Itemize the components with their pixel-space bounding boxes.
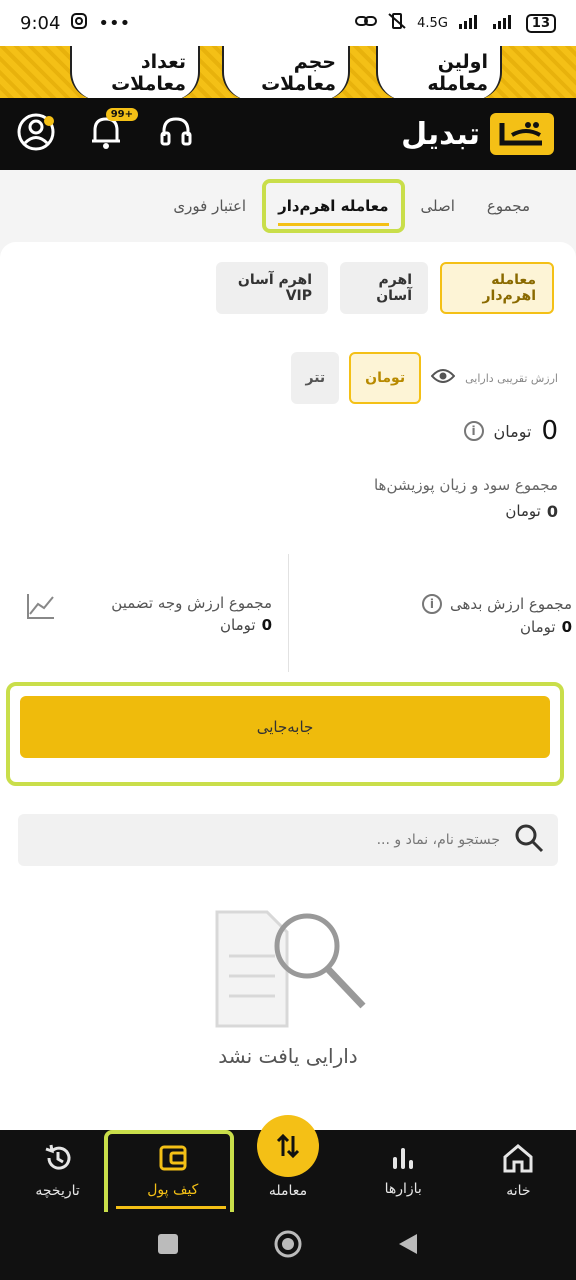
trade-icon (257, 1115, 319, 1177)
bar-chart-icon (390, 1145, 416, 1175)
no-results-icon (203, 910, 373, 1036)
approx-value-row: ارزش تقریبی دارایی تومان تتر (291, 352, 558, 404)
total-value: 0 (541, 416, 558, 446)
pnl-value-row: 0 تومان (374, 502, 558, 521)
pnl-unit: تومان (505, 502, 541, 520)
home-icon (502, 1143, 534, 1177)
asset-search[interactable]: جستجو نام، نماد و ... (18, 814, 558, 866)
subtab-easy-leverage-vip[interactable]: اهرم آسان VIP (216, 262, 328, 314)
debt-value-row: 0 تومان (422, 618, 572, 636)
stats-divider (288, 554, 289, 672)
wallet-card: معامله اهرم‌دار اهرم آسان اهرم آسان VIP … (0, 242, 576, 1130)
promo-banner: اولین معامله حجم معاملات تعداد معاملات (0, 46, 576, 98)
app-header: 99+ تبدیل (0, 98, 576, 170)
signal-icon-2 (492, 13, 516, 33)
nav-home[interactable]: خانه (461, 1130, 576, 1212)
tab-main[interactable]: اصلی (405, 197, 471, 215)
collateral-value-row: 0 تومان (111, 616, 272, 634)
collateral-label: مجموع ارزش وجه تضمین (111, 594, 272, 612)
leverage-subtabs: معامله اهرم‌دار اهرم آسان اهرم آسان VIP (216, 262, 554, 314)
history-icon (43, 1143, 73, 1177)
subtab-easy-leverage[interactable]: اهرم آسان (340, 262, 428, 314)
instagram-icon (70, 12, 88, 35)
nav-markets[interactable]: بازارها (346, 1130, 461, 1212)
nav-markets-label: بازارها (384, 1181, 422, 1197)
promo-first-trade[interactable]: اولین معامله (376, 46, 502, 98)
empty-state-text: دارایی یافت نشد (218, 1044, 358, 1068)
tab-leverage-label: معامله اهرم‌دار (278, 197, 389, 226)
debt-label-row: مجموع ارزش بدهی i (421, 594, 572, 614)
collateral-value: 0 (261, 616, 272, 634)
brand-name: تبدیل (401, 116, 480, 152)
status-bar: 9:04 ••• 4.5G 13 (0, 0, 576, 46)
notification-badge: 99+ (105, 108, 138, 121)
more-dots-icon: ••• (98, 12, 131, 34)
currency-tether-button[interactable]: تتر (291, 352, 340, 404)
signal-icon (458, 13, 482, 33)
android-nav-bar (0, 1212, 576, 1280)
brand: تبدیل (401, 113, 554, 155)
battery-icon: 13 (525, 13, 556, 33)
transfer-highlight: جابه‌جایی (6, 682, 564, 786)
nav-trade[interactable]: معامله (230, 1115, 345, 1212)
profile-alert-dot (44, 116, 54, 126)
subtab-leverage-trade[interactable]: معامله اهرم‌دار (440, 262, 554, 314)
nav-history[interactable]: تاریخچه (0, 1130, 115, 1212)
headset-icon (158, 114, 194, 154)
brand-logo-icon (490, 113, 554, 155)
search-input[interactable]: جستجو نام، نماد و ... (377, 832, 500, 848)
profile-button[interactable] (16, 113, 56, 154)
debt-label: مجموع ارزش بدهی (449, 595, 572, 613)
currency-toman-button[interactable]: تومان (349, 352, 422, 404)
total-value-row: 0 تومان i (463, 416, 558, 446)
debt-stat: مجموع ارزش بدهی i 0 تومان (421, 594, 572, 636)
transfer-button[interactable]: جابه‌جایی (20, 696, 550, 758)
debt-unit: تومان (520, 618, 556, 636)
chart-icon[interactable] (26, 592, 56, 624)
search-icon (514, 823, 544, 857)
support-button[interactable] (156, 114, 196, 154)
info-icon[interactable]: i (463, 421, 484, 441)
nav-home-label: خانه (506, 1183, 531, 1199)
pnl-label: مجموع سود و زیان پوزیشن‌ها (373, 476, 558, 494)
debt-value: 0 (561, 618, 572, 636)
collateral-stat: مجموع ارزش وجه تضمین 0 تومان (111, 594, 272, 634)
vibrate-icon (387, 12, 407, 34)
nav-wallet-indicator (116, 1206, 226, 1209)
approx-value-label: ارزش تقریبی دارایی (465, 371, 558, 385)
tab-leverage[interactable]: معامله اهرم‌دار (262, 179, 405, 233)
pnl-summary: مجموع سود و زیان پوزیشن‌ها 0 تومان (374, 476, 558, 521)
bottom-nav: خانه بازارها معامله کیف پول تاریخچه (0, 1115, 576, 1226)
home-circle-icon[interactable] (273, 1229, 303, 1263)
tab-instant-credit[interactable]: اعتبار فوری (157, 197, 262, 215)
link-icon (355, 14, 378, 32)
pnl-value: 0 (546, 502, 558, 521)
promo-trade-count[interactable]: تعداد معاملات (70, 46, 200, 98)
total-value-unit: تومان (493, 421, 532, 441)
eye-icon[interactable] (430, 368, 456, 388)
stats-split: مجموع ارزش بدهی i 0 تومان مجموع ارزش وجه… (0, 554, 576, 672)
wallet-tabs: مجموع اصلی معامله اهرم‌دار اعتبار فوری (0, 170, 576, 242)
network-label: 4.5G (417, 15, 448, 31)
debt-info-icon[interactable]: i (421, 594, 442, 614)
recent-apps-icon[interactable] (157, 1233, 179, 1259)
tab-total[interactable]: مجموع (471, 197, 546, 215)
collateral-unit: تومان (220, 616, 256, 634)
back-icon[interactable] (397, 1232, 419, 1260)
notifications-button[interactable]: 99+ (86, 108, 138, 154)
empty-state: دارایی یافت نشد (0, 902, 576, 1068)
nav-trade-label: معامله (268, 1183, 308, 1199)
status-time: 9:04 (20, 12, 61, 34)
promo-trade-volume[interactable]: حجم معاملات (222, 46, 350, 98)
nav-history-label: تاریخچه (35, 1183, 80, 1199)
